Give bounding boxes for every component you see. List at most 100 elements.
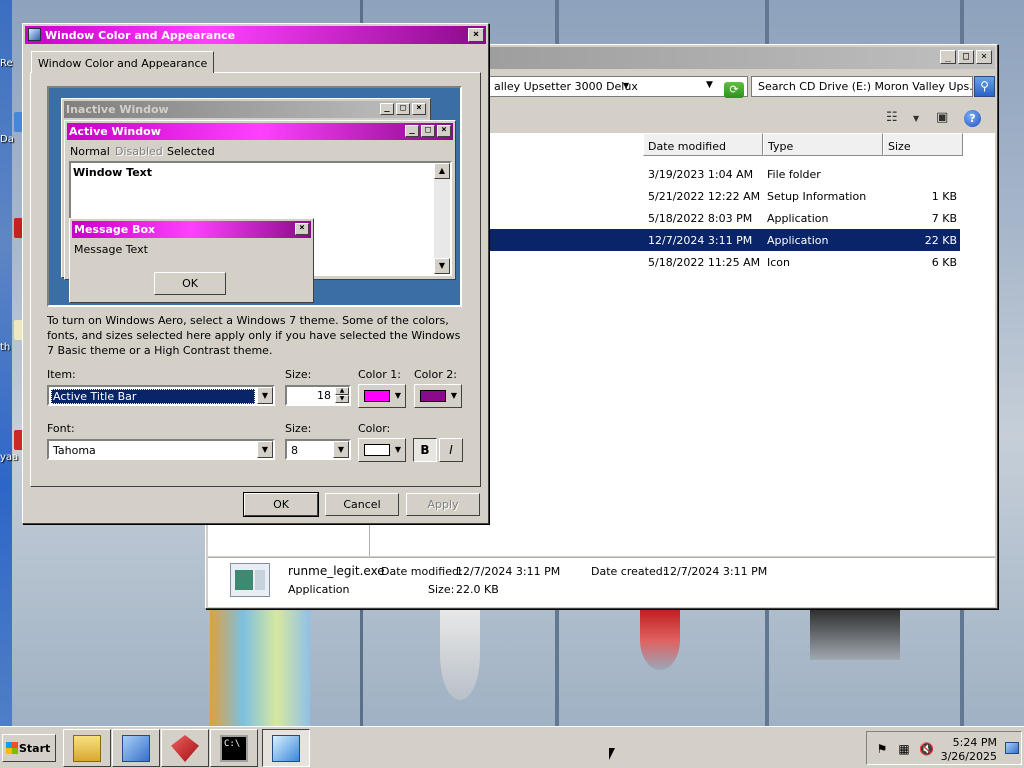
details-kind: Application: [288, 583, 350, 596]
file-type: Application: [767, 212, 829, 225]
desktop-shape: [810, 610, 900, 660]
file-size: 22 KB: [924, 234, 957, 247]
help-icon[interactable]: ?: [964, 110, 981, 127]
font-select[interactable]: Tahoma ▼: [47, 439, 275, 460]
font-color-picker[interactable]: ▼: [358, 438, 406, 462]
clock-time[interactable]: 5:24 PM: [953, 736, 997, 749]
desktop-stripe: [0, 0, 12, 726]
color1-picker[interactable]: ▼: [358, 384, 406, 408]
folder-icon: [73, 735, 101, 762]
color2-picker[interactable]: ▼: [414, 384, 462, 408]
maximize-icon: □: [396, 103, 410, 115]
inactive-title: Inactive Window: [66, 103, 169, 116]
item-select[interactable]: Active Title Bar ▼: [47, 385, 275, 406]
start-button[interactable]: Start: [2, 734, 56, 762]
chevron-down-icon[interactable]: ▼: [333, 441, 349, 458]
view-dropdown-icon[interactable]: ▼: [913, 114, 919, 123]
chevron-down-icon[interactable]: ▼: [257, 387, 273, 404]
minimize-icon: _: [380, 103, 394, 115]
file-date: 3/19/2023 1:04 AM: [648, 168, 754, 181]
taskbar-app[interactable]: [161, 729, 209, 767]
preview-message-box: Message Box × Message Text OK: [69, 218, 314, 303]
close-icon: ×: [412, 103, 426, 115]
file-size: 6 KB: [931, 256, 957, 269]
mouse-cursor-icon: [609, 748, 615, 760]
start-label: Start: [19, 742, 51, 755]
details-size-label: Size:: [428, 583, 455, 596]
font-size-label: Size:: [285, 422, 312, 435]
action-center-flag-icon[interactable]: ⚑: [875, 742, 889, 756]
italic-toggle[interactable]: I: [439, 438, 463, 462]
item-select-value: Active Title Bar: [51, 389, 255, 404]
taskbar-explorer[interactable]: [63, 729, 111, 767]
preview-menu-disabled: Disabled: [115, 145, 163, 158]
close-button[interactable]: ×: [468, 28, 484, 42]
message-box-title: Message Box: [74, 223, 156, 236]
search-icon[interactable]: ⚲: [974, 76, 995, 97]
close-icon: ×: [437, 125, 451, 137]
color1-label: Color 1:: [358, 368, 401, 381]
font-select-value: Tahoma: [53, 444, 96, 457]
system-tray: ⚑ ▦ 🔇 5:24 PM 3/26/2025: [866, 731, 1022, 765]
font-size-select[interactable]: 8 ▼: [285, 439, 351, 460]
display-icon: [28, 28, 41, 41]
address-dropdown-icon[interactable]: ▼: [706, 80, 713, 90]
spin-up-icon[interactable]: ▲: [335, 387, 349, 395]
search-input[interactable]: Search CD Drive (E:) Moron Valley Ups...: [751, 76, 973, 97]
column-date-modified[interactable]: Date modified: [643, 133, 763, 156]
font-color-swatch: [364, 444, 390, 456]
chevron-down-icon: ▼: [450, 391, 457, 400]
taskbar-display-settings[interactable]: [262, 729, 310, 767]
desktop-shape: [210, 610, 310, 726]
file-size: 7 KB: [931, 212, 957, 225]
preview-active-title-bar: Active Window _ □ ×: [67, 123, 453, 140]
details-date-modified: 12/7/2024 3:11 PM: [456, 565, 561, 578]
spin-down-icon[interactable]: ▼: [335, 395, 349, 403]
preview-ok-button: OK: [154, 272, 226, 295]
minimize-button[interactable]: _: [940, 50, 956, 64]
scroll-up-icon: ▲: [434, 163, 450, 179]
bold-toggle[interactable]: B: [413, 438, 437, 462]
ok-button[interactable]: OK: [243, 492, 319, 517]
font-size-value: 8: [291, 444, 298, 457]
taskbar-control-panel[interactable]: [112, 729, 160, 767]
column-size[interactable]: Size: [883, 133, 963, 156]
column-type[interactable]: Type: [763, 133, 883, 156]
file-type: Icon: [767, 256, 790, 269]
preview-pane-icon[interactable]: ▣: [936, 110, 948, 125]
volume-muted-icon[interactable]: 🔇: [919, 742, 934, 756]
apply-button[interactable]: Apply: [406, 493, 480, 516]
address-text[interactable]: alley Upsetter 3000 Delux: [494, 80, 638, 93]
details-size: 22.0 KB: [456, 583, 499, 596]
color2-label: Color 2:: [414, 368, 457, 381]
desktop-shape: [640, 610, 680, 670]
tab-panel: Inactive Window _ □ × Active Window _ □ …: [30, 72, 481, 487]
details-pane: runme_legit.exe Application Date modifie…: [208, 557, 995, 607]
file-size: 1 KB: [931, 190, 957, 203]
clock-date[interactable]: 3/26/2025: [941, 750, 997, 763]
dialog-title-bar[interactable]: Window Color and Appearance ×: [25, 26, 486, 44]
chevron-down-icon[interactable]: ▼: [257, 441, 273, 458]
windows-logo-icon: [6, 742, 18, 754]
close-button[interactable]: ×: [976, 50, 992, 64]
cancel-button[interactable]: Cancel: [325, 493, 399, 516]
taskbar: Start C:\ ⚑ ▦ 🔇 5:24 PM 3/26/2025: [0, 726, 1024, 768]
item-size-stepper[interactable]: 18 ▲ ▼: [285, 385, 351, 406]
preview-menu-normal: Normal: [70, 145, 110, 158]
breadcrumb-chevron-icon[interactable]: ▼: [623, 81, 629, 90]
refresh-icon[interactable]: ⟳: [724, 82, 744, 98]
item-size-value: 18: [317, 389, 331, 402]
show-desktop-icon[interactable]: [1005, 742, 1019, 754]
display-icon: [272, 735, 300, 762]
preview-scrollbar: ▲ ▼: [434, 163, 450, 274]
tab-window-color[interactable]: Window Color and Appearance: [31, 51, 215, 73]
network-icon[interactable]: ▦: [897, 742, 911, 756]
preview-area[interactable]: Inactive Window _ □ × Active Window _ □ …: [47, 86, 462, 307]
active-title: Active Window: [69, 125, 161, 138]
app-icon: [171, 735, 199, 762]
desktop-icon-label: Re: [0, 58, 13, 69]
font-color-label: Color:: [358, 422, 391, 435]
taskbar-command-prompt[interactable]: C:\: [210, 729, 258, 767]
view-options-icon[interactable]: ☷: [886, 110, 898, 125]
maximize-button[interactable]: □: [958, 50, 974, 64]
